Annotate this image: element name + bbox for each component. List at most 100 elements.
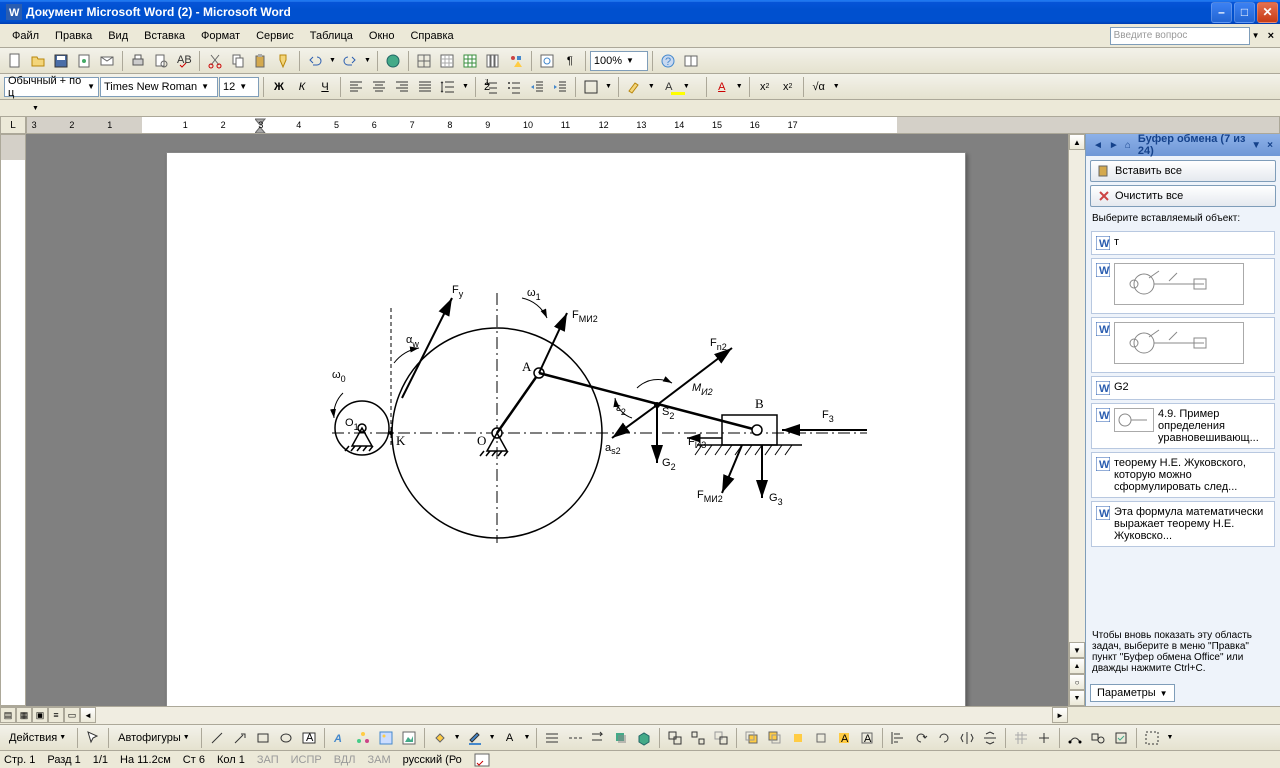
- picture-button[interactable]: [398, 727, 420, 749]
- justify-button[interactable]: [414, 76, 436, 98]
- hscroll-track[interactable]: [96, 707, 1052, 724]
- send-back-button[interactable]: [764, 727, 786, 749]
- clipboard-item-2[interactable]: W: [1091, 317, 1275, 373]
- help-button[interactable]: ?: [657, 50, 679, 72]
- clipboard-item-0[interactable]: Wт: [1091, 231, 1275, 255]
- paste-all-button[interactable]: Вставить все: [1090, 160, 1276, 182]
- flip-h-button[interactable]: [956, 727, 978, 749]
- font-color-draw-button[interactable]: A: [499, 727, 521, 749]
- arrow-style-button[interactable]: [587, 727, 609, 749]
- options-button[interactable]: Параметры ▼: [1090, 684, 1175, 702]
- align-button[interactable]: [887, 727, 909, 749]
- tables-borders-button[interactable]: [413, 50, 435, 72]
- drawing-button[interactable]: [505, 50, 527, 72]
- subscript-button[interactable]: x2: [777, 76, 799, 98]
- new-doc-button[interactable]: [4, 50, 26, 72]
- font-dropdown[interactable]: Times New Roman▼: [100, 77, 218, 97]
- 3d-button[interactable]: [633, 727, 655, 749]
- prev-page-button[interactable]: ▲: [1069, 658, 1085, 674]
- status-ovr[interactable]: ЗАМ: [367, 754, 390, 766]
- line-spacing-button[interactable]: [437, 76, 459, 98]
- line-button[interactable]: [206, 727, 228, 749]
- menu-help[interactable]: Справка: [402, 27, 461, 45]
- open-button[interactable]: [27, 50, 49, 72]
- superscript-button[interactable]: x2: [754, 76, 776, 98]
- shadow-button[interactable]: [610, 727, 632, 749]
- vertical-ruler[interactable]: [0, 134, 26, 706]
- read-mode-button[interactable]: [680, 50, 702, 72]
- align-right-button[interactable]: [391, 76, 413, 98]
- underline-button[interactable]: Ч: [314, 76, 336, 98]
- diagram-button[interactable]: [352, 727, 374, 749]
- next-page-button[interactable]: ▼: [1069, 690, 1085, 706]
- clipboard-item-4[interactable]: W4.9. Пример определения уравновешивающ.…: [1091, 403, 1275, 449]
- change-autoshape-button[interactable]: [1087, 727, 1109, 749]
- nudge-button[interactable]: [1033, 727, 1055, 749]
- copy-button[interactable]: [227, 50, 249, 72]
- regroup-button[interactable]: [710, 727, 732, 749]
- print-preview-button[interactable]: [150, 50, 172, 72]
- menu-tools[interactable]: Сервис: [248, 27, 302, 45]
- web-view-button[interactable]: ▦: [16, 707, 32, 723]
- scroll-down-button[interactable]: ▼: [1069, 642, 1085, 658]
- arrow-button[interactable]: [229, 727, 251, 749]
- browse-object-button[interactable]: ○: [1069, 674, 1085, 690]
- taskpane-back[interactable]: ◄: [1090, 140, 1106, 151]
- doc-map-button[interactable]: [536, 50, 558, 72]
- status-rec[interactable]: ЗАП: [257, 754, 279, 766]
- menu-file[interactable]: Файл: [4, 27, 47, 45]
- taskpane-fwd[interactable]: ►: [1106, 140, 1122, 151]
- autoshapes-menu[interactable]: Автофигуры ▼: [113, 727, 197, 749]
- tab-selector[interactable]: L: [0, 116, 26, 134]
- equation-button[interactable]: √α: [808, 76, 830, 98]
- grid-button[interactable]: [1010, 727, 1032, 749]
- scroll-left-button[interactable]: ◄: [80, 707, 96, 723]
- bring-front-button[interactable]: [741, 727, 763, 749]
- taskpane-dropdown[interactable]: ▼: [1248, 140, 1264, 151]
- cut-button[interactable]: [204, 50, 226, 72]
- scroll-up-button[interactable]: ▲: [1069, 134, 1085, 150]
- horizontal-ruler[interactable]: /*ticks drawn via JS below*/ 32112345678…: [26, 116, 1280, 134]
- spellcheck-button[interactable]: ABC: [173, 50, 195, 72]
- permissions-button[interactable]: [73, 50, 95, 72]
- redo-button[interactable]: [339, 50, 361, 72]
- menu-format[interactable]: Формат: [193, 27, 248, 45]
- send-backward-button[interactable]: [810, 727, 832, 749]
- outline-view-button[interactable]: ≡: [48, 707, 64, 723]
- status-lang[interactable]: русский (Ро: [403, 754, 462, 766]
- minimize-button[interactable]: –: [1211, 2, 1232, 23]
- fill-color-button[interactable]: [429, 727, 451, 749]
- clipboard-item-6[interactable]: WЭта формула математически выражает теор…: [1091, 501, 1275, 547]
- show-formatting-button[interactable]: ¶: [559, 50, 581, 72]
- maximize-button[interactable]: □: [1234, 2, 1255, 23]
- borders-button[interactable]: [580, 76, 602, 98]
- highlight-button[interactable]: [623, 76, 645, 98]
- spellcheck-status-icon[interactable]: [474, 753, 490, 767]
- print-button[interactable]: [127, 50, 149, 72]
- size-dropdown[interactable]: 12▼: [219, 77, 259, 97]
- menu-insert[interactable]: Вставка: [136, 27, 193, 45]
- format-painter-button[interactable]: [273, 50, 295, 72]
- font-color2-button[interactable]: A: [711, 76, 733, 98]
- line-style-button[interactable]: [541, 727, 563, 749]
- ask-question-input[interactable]: Введите вопрос: [1110, 27, 1250, 45]
- clipboard-item-5[interactable]: Wтеорему Н.Е. Жуковского, которую можно …: [1091, 452, 1275, 498]
- clipboard-item-3[interactable]: WG2: [1091, 376, 1275, 400]
- insert-table-button[interactable]: [436, 50, 458, 72]
- taskpane-close[interactable]: ×: [1264, 140, 1276, 151]
- undo-button[interactable]: [304, 50, 326, 72]
- undo-dropdown[interactable]: ▼: [327, 57, 338, 64]
- reading-view-button[interactable]: ▭: [64, 707, 80, 723]
- rectangle-button[interactable]: [252, 727, 274, 749]
- close-button[interactable]: ✕: [1257, 2, 1278, 23]
- text-back-button[interactable]: A: [856, 727, 878, 749]
- rotate-left-button[interactable]: [910, 727, 932, 749]
- clipart-button[interactable]: [375, 727, 397, 749]
- redo-dropdown[interactable]: ▼: [362, 57, 373, 64]
- columns-button[interactable]: [482, 50, 504, 72]
- increase-indent-button[interactable]: [549, 76, 571, 98]
- menu-view[interactable]: Вид: [100, 27, 136, 45]
- ungroup-button[interactable]: [687, 727, 709, 749]
- wordart-button[interactable]: A: [329, 727, 351, 749]
- menu-window[interactable]: Окно: [361, 27, 403, 45]
